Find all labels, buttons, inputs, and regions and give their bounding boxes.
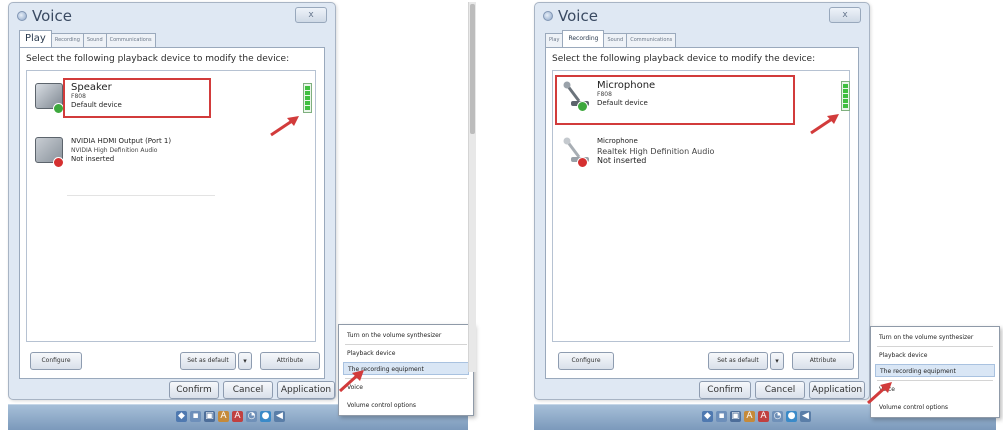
device-name: Microphone [597,137,638,145]
apply-button[interactable]: Application [809,381,865,399]
red-arrow-icon [810,114,839,135]
device-row-microphone-realtek[interactable]: Microphone Realtek High Definition Audio… [553,133,849,179]
monitor-icon [35,137,65,169]
apply-button[interactable]: Application [277,381,335,399]
device-model: Realtek High Definition Audio [597,147,715,156]
properties-button[interactable]: Attribute [260,352,320,370]
scrollbar[interactable] [468,2,476,372]
tab-communications[interactable]: Communications [105,33,156,47]
app-icon[interactable]: A [218,411,229,422]
tab-panel: Select the following playback device to … [545,47,859,379]
level-meter-icon [303,83,312,113]
app-icon[interactable]: ▣ [730,411,741,422]
disconnected-icon [577,157,588,168]
confirm-button[interactable]: Confirm [699,381,751,399]
menu-item-playback-devices[interactable]: Playback device [879,349,995,362]
menu-separator [877,380,993,381]
tab-panel: Select the following playback device to … [19,47,325,379]
confirm-button[interactable]: Confirm [169,381,219,399]
set-default-dropdown[interactable]: ▾ [238,352,252,370]
app-icon[interactable]: ● [260,411,271,422]
sound-icon [543,11,553,21]
device-list: Microphone F808 Default device Microphon… [552,70,850,342]
volume-icon[interactable]: ◀ [800,411,811,422]
playback-screenshot: Voice x Play Recording Sound Communicati… [0,0,480,432]
tray-icons: ◆ ▪ ▣ A A ◔ ● ◀ [176,411,285,422]
tab-recording[interactable]: Recording [50,33,84,47]
tab-play[interactable]: Play [545,33,564,47]
app-icon[interactable]: A [232,411,243,422]
device-model: NVIDIA High Definition Audio [71,147,158,154]
cancel-button[interactable]: Cancel [223,381,273,399]
device-state: Not inserted [597,156,647,165]
app-icon[interactable]: A [744,411,755,422]
network-icon[interactable]: ◆ [176,411,187,422]
instruction-text: Select the following playback device to … [552,54,816,64]
menu-item-recording-devices[interactable]: The recording equipment [875,364,995,377]
level-meter-icon [841,81,850,111]
tray-icons: ◆ ▪ ▣ A A ◔ ● ◀ [702,411,811,422]
tab-play[interactable]: Play [19,30,52,47]
highlight-box [555,75,795,125]
volume-icon[interactable]: ◀ [274,411,285,422]
volume-context-menu: Turn on the volume synthesizer Playback … [870,326,1000,418]
speaker-icon [35,83,65,115]
close-button[interactable]: x [829,7,861,23]
app-icon[interactable]: ▪ [190,411,201,422]
recording-screenshot: Voice x Play Recording Sound Communicati… [530,0,1003,432]
app-icon[interactable]: ● [786,411,797,422]
screenshot-composite: Voice x Play Recording Sound Communicati… [0,0,1003,432]
menu-separator [877,346,993,347]
app-icon[interactable]: ◔ [246,411,257,422]
close-button[interactable]: x [295,7,327,23]
voice-dialog: Voice x Play Recording Sound Communicati… [8,2,336,400]
voice-dialog: Voice x Play Recording Sound Communicati… [534,2,870,400]
title-bar: Voice x [9,3,335,29]
device-text: Microphone Realtek High Definition Audio… [597,136,714,165]
menu-separator [345,344,467,345]
cancel-button[interactable]: Cancel [755,381,805,399]
device-row-hdmi[interactable]: NVIDIA HDMI Output (Port 1) NVIDIA High … [27,133,315,179]
menu-item-volume-mixer[interactable]: Turn on the volume synthesizer [879,331,995,344]
window-title: Voice [32,7,72,25]
set-default-dropdown[interactable]: ▾ [770,352,784,370]
instruction-text: Select the following playback device to … [26,54,290,64]
device-state: Not inserted [71,155,115,163]
app-icon[interactable]: ◔ [772,411,783,422]
divider [67,195,215,196]
set-default-button[interactable]: Set as default [180,352,236,370]
app-icon[interactable]: A [758,411,769,422]
device-text: NVIDIA HDMI Output (Port 1) NVIDIA High … [71,136,171,164]
configure-button[interactable]: Configure [30,352,82,370]
menu-item-volume-control[interactable]: Volume control options [347,399,469,412]
tab-sound[interactable]: Sound [603,33,628,47]
tab-recording[interactable]: Recording [562,30,605,47]
app-icon[interactable]: ▣ [204,411,215,422]
device-name: NVIDIA HDMI Output (Port 1) [71,137,172,145]
tab-communications[interactable]: Communications [626,33,677,47]
microphone-icon [561,137,591,169]
network-icon[interactable]: ◆ [702,411,713,422]
menu-item-sounds[interactable]: Voice [879,383,995,396]
properties-button[interactable]: Attribute [792,352,854,370]
set-default-button[interactable]: Set as default [708,352,768,370]
disconnected-icon [53,157,64,168]
menu-item-volume-mixer[interactable]: Turn on the volume synthesizer [347,329,469,342]
sound-icon [17,11,27,21]
menu-item-volume-control[interactable]: Volume control options [879,401,995,414]
menu-item-playback-devices[interactable]: Playback device [347,347,469,360]
tab-bar: Play Recording Sound Communications [545,30,677,47]
device-list: Speaker F808 Default device NVIDIA HDMI … [26,70,316,342]
red-arrow-icon [866,382,892,404]
scrollbar-thumb[interactable] [470,4,475,134]
title-bar: Voice x [535,3,869,29]
configure-button[interactable]: Configure [558,352,614,370]
app-icon[interactable]: ▪ [716,411,727,422]
red-arrow-icon [338,370,364,392]
highlight-box [63,78,211,118]
tab-bar: Play Recording Sound Communications [19,30,156,47]
window-title: Voice [558,7,598,25]
tab-sound[interactable]: Sound [82,33,107,47]
